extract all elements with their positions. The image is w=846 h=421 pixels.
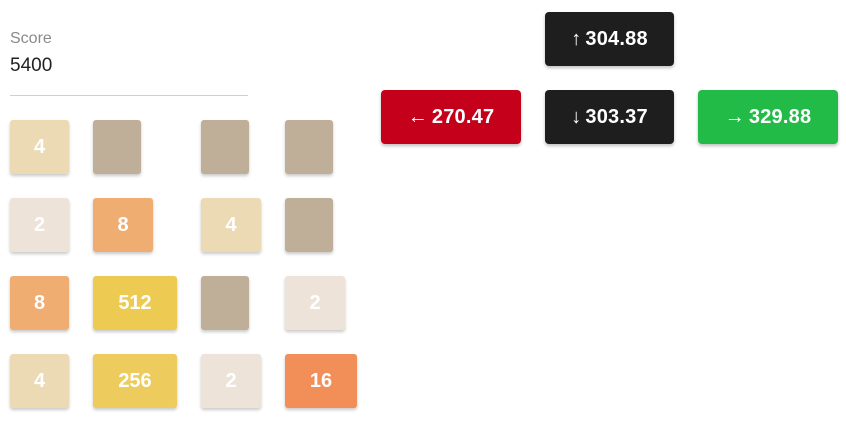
tile: 512 bbox=[93, 276, 177, 330]
tile: 8 bbox=[93, 198, 153, 252]
move-down-button[interactable]: ↓ 303.37 bbox=[545, 90, 674, 144]
tile: 4 bbox=[201, 198, 261, 252]
arrow-up-icon: ↑ bbox=[571, 27, 582, 50]
arrow-right-icon: → bbox=[724, 105, 745, 128]
tile: 256 bbox=[93, 354, 177, 408]
tile: 16 bbox=[285, 354, 357, 408]
move-down-score: 303.37 bbox=[585, 105, 648, 128]
tile: 2 bbox=[285, 276, 345, 330]
tile: 2 bbox=[10, 198, 69, 252]
tile bbox=[93, 120, 141, 174]
move-right-score: 329.88 bbox=[748, 105, 812, 128]
move-left-button[interactable]: ← 270.47 bbox=[381, 90, 521, 144]
tile bbox=[201, 276, 249, 330]
tile bbox=[201, 120, 249, 174]
score-value: 5400 bbox=[10, 55, 53, 76]
arrow-down-icon: ↓ bbox=[571, 105, 582, 128]
tile bbox=[285, 120, 333, 174]
move-up-button[interactable]: ↑ 304.88 bbox=[545, 12, 674, 66]
tile: 2 bbox=[201, 354, 261, 408]
score-label: Score bbox=[10, 30, 52, 47]
arrow-left-icon: ← bbox=[407, 105, 428, 128]
score-divider bbox=[10, 95, 248, 96]
move-right-button[interactable]: → 329.88 bbox=[698, 90, 838, 144]
move-up-score: 304.88 bbox=[585, 27, 648, 50]
tile bbox=[285, 198, 333, 252]
tile: 4 bbox=[10, 354, 69, 408]
tile: 4 bbox=[10, 120, 69, 174]
move-left-score: 270.47 bbox=[431, 105, 495, 128]
tile: 8 bbox=[10, 276, 69, 330]
